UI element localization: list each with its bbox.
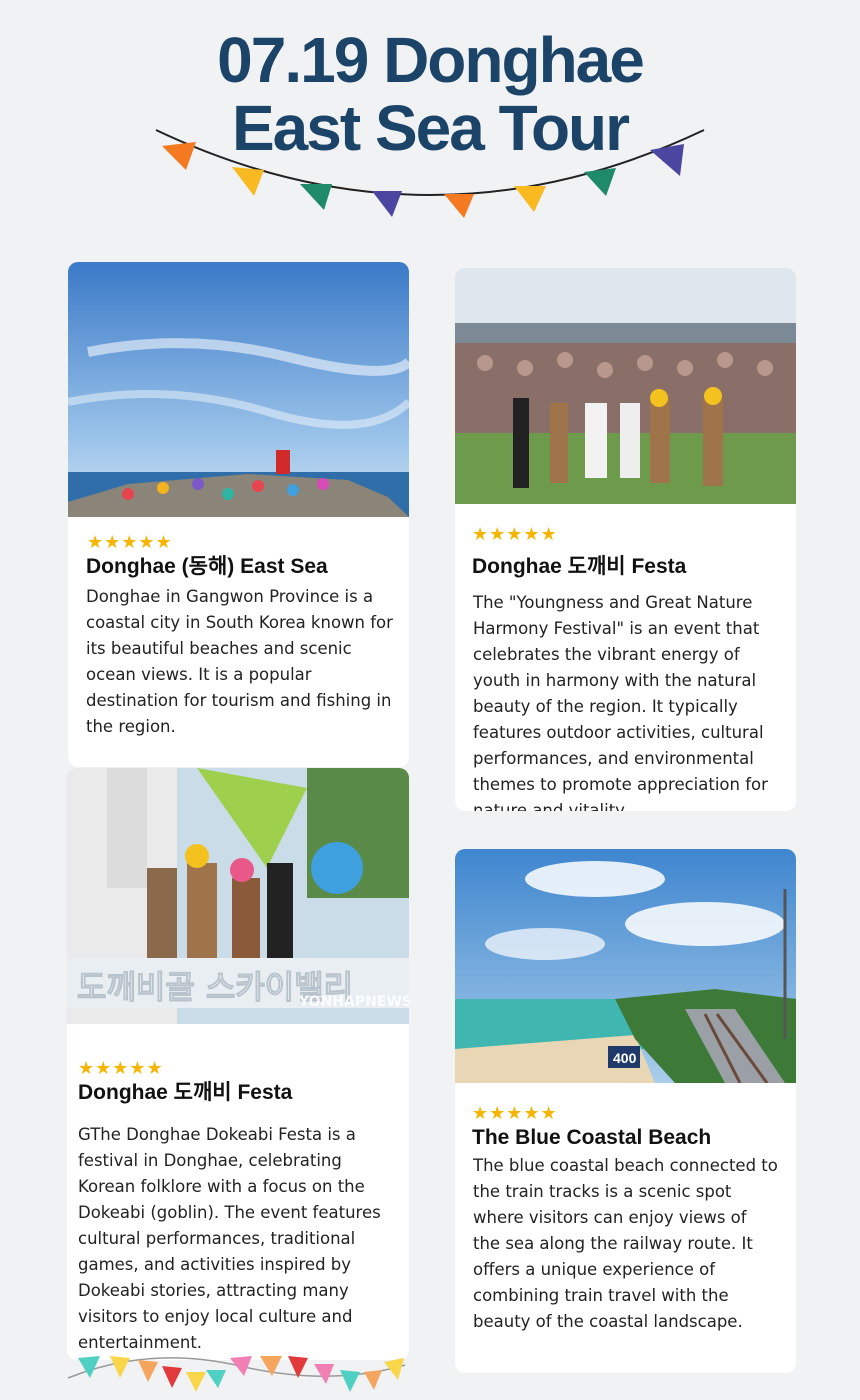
card-description: The blue coastal beach connected to the … <box>473 1156 778 1331</box>
track-sign-text: 400 <box>613 1050 637 1066</box>
photo-east-sea-lighthouse <box>68 262 409 517</box>
card-title: Donghae 도깨비 Festa <box>78 1081 293 1104</box>
card-blue-coastal-beach[interactable]: 400 ★★★★★ The Blue Coastal Beach The blu… <box>455 849 796 1373</box>
photo-coastal-railway: 400 <box>455 849 796 1083</box>
rating-stars: ★★★★★ <box>472 524 558 544</box>
card-east-sea[interactable]: ★★★★★ Donghae (동해) East Sea Donghae in G… <box>68 262 409 767</box>
card-description: Donghae in Gangwon Province is a coastal… <box>86 587 393 736</box>
watermark-text: YONHAPNEWS <box>298 994 409 1010</box>
card-title: Donghae 도깨비 Festa <box>472 555 687 578</box>
photo-dokkaebi-costumes: 도깨비골 스카이밸리 YONHAPNEWS <box>67 768 409 1024</box>
rating-stars: ★★★★★ <box>87 532 173 552</box>
rating-stars: ★★★★★ <box>78 1058 164 1078</box>
card-title: Donghae (동해) East Sea <box>86 555 328 578</box>
card-description: GThe Donghae Dokeabi Festa is a festival… <box>78 1125 381 1352</box>
card-dokkaebi-festa-2[interactable]: 도깨비골 스카이밸리 YONHAPNEWS ★★★★★ Donghae 도깨비 … <box>67 768 409 1360</box>
bunting-garland-top <box>155 129 705 218</box>
rating-stars: ★★★★★ <box>472 1103 558 1123</box>
card-dokkaebi-festa-1[interactable]: ★★★★★ Donghae 도깨비 Festa The "Youngness a… <box>455 268 796 811</box>
card-description: The "Youngness and Great Nature Harmony … <box>473 593 768 811</box>
photo-festival-crowd <box>455 268 796 504</box>
card-title: The Blue Coastal Beach <box>472 1126 712 1149</box>
